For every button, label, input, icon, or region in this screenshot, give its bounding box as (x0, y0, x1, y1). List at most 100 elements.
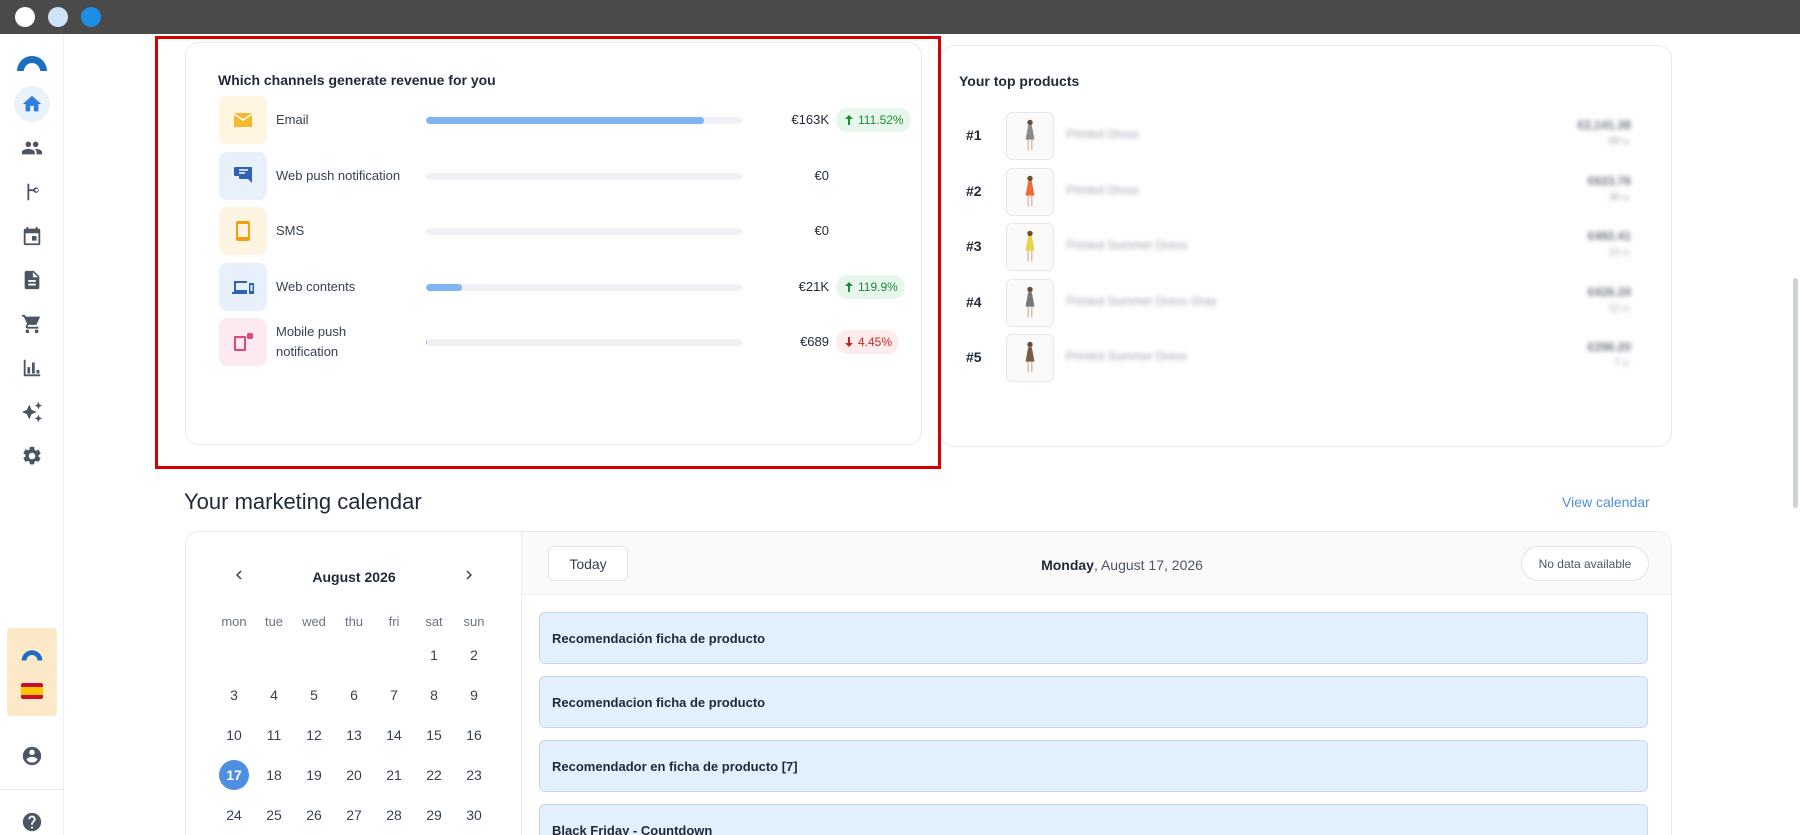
product-price: €482.41 (1587, 229, 1631, 243)
calendar-event[interactable]: Black Friday - Countdown (539, 804, 1648, 835)
product-price: €623.76 (1587, 174, 1631, 188)
trend-value: 119.9% (858, 280, 898, 294)
channel-label: Web contents (276, 279, 356, 294)
product-row[interactable]: #3 Printed Summer Dress €482.41 22 u. (966, 223, 1656, 271)
product-units: 7 u. (1614, 358, 1631, 369)
product-units: 22 u. (1608, 247, 1631, 258)
calendar-day[interactable]: 6 (339, 680, 369, 710)
email-icon (219, 96, 267, 144)
channel-revenue-bar-fill (426, 117, 705, 124)
spain-flag-icon (21, 683, 43, 699)
calendar-day[interactable]: 12 (299, 720, 329, 750)
calendar-day[interactable]: 19 (299, 760, 329, 790)
channel-value: €689 (800, 334, 829, 349)
calendar-day[interactable]: 1 (419, 640, 449, 670)
calendar-day[interactable]: 24 (219, 800, 249, 830)
product-name: Printed Summer Dress Gray (1066, 294, 1217, 308)
calendar-day[interactable]: 29 (419, 800, 449, 830)
window-close-button[interactable] (15, 7, 35, 27)
calendar-event[interactable]: Recomendacion ficha de producto (539, 676, 1648, 728)
sidebar-item-content[interactable] (14, 262, 50, 298)
weekday-label: mon (221, 614, 247, 629)
calendar-day[interactable]: 27 (339, 800, 369, 830)
help-button[interactable] (14, 804, 50, 835)
view-calendar-link[interactable]: View calendar (1562, 494, 1650, 510)
weekday-label: thu (344, 614, 364, 629)
calendar-day[interactable]: 11 (259, 720, 289, 750)
sidebar-item-ecommerce[interactable] (14, 306, 50, 342)
product-price: €426.20 (1587, 285, 1631, 299)
agenda-day-name: Monday (1041, 557, 1094, 573)
weekday-label: tue (264, 614, 284, 629)
calendar-day[interactable]: 7 (379, 680, 409, 710)
next-month-button[interactable] (454, 560, 484, 590)
calendar-icon (23, 226, 41, 246)
sidebar-item-contacts[interactable] (14, 130, 50, 166)
calendar-day[interactable]: 14 (379, 720, 409, 750)
mobile-push-icon (219, 318, 267, 366)
sidebar-item-ai[interactable] (14, 394, 50, 430)
sidebar-item-analytics[interactable] (14, 350, 50, 386)
channel-revenue-bar (426, 339, 742, 346)
product-row[interactable]: #5 Printed Summer Dress €296.20 7 u. (966, 334, 1656, 382)
channel-value: €21K (798, 279, 829, 294)
calendar-day[interactable]: 20 (339, 760, 369, 790)
product-row[interactable]: #1 Printed Dress €2,141.38 68 u. (966, 112, 1656, 160)
calendar-day[interactable]: 22 (419, 760, 449, 790)
sidebar-item-automations[interactable] (14, 174, 50, 210)
channel-revenue-bar (426, 117, 742, 124)
calendar-day[interactable]: 4 (259, 680, 289, 710)
calendar-section-title: Your marketing calendar (184, 489, 422, 514)
brand-selector[interactable] (7, 628, 57, 716)
channel-revenue-bar (426, 173, 742, 180)
sidebar-item-settings[interactable] (14, 438, 50, 474)
sidebar-item-calendar[interactable] (14, 218, 50, 254)
product-units: 68 u. (1608, 136, 1631, 147)
account-button[interactable] (14, 738, 50, 774)
home-icon (22, 95, 42, 112)
channel-label: Email (276, 112, 309, 127)
product-thumbnail (1006, 334, 1054, 382)
calendar-day-selected[interactable]: 17 (219, 760, 249, 790)
channel-revenue-bar-fill (426, 284, 463, 291)
calendar-day[interactable]: 30 (459, 800, 489, 830)
sparkles-icon (21, 401, 43, 423)
calendar-day[interactable]: 26 (299, 800, 329, 830)
calendar-day[interactable]: 5 (299, 680, 329, 710)
calendar-day[interactable]: 10 (219, 720, 249, 750)
channel-label: Web push notification (276, 168, 401, 183)
trend-badge: 119.9% (836, 275, 905, 299)
calendar-day[interactable]: 16 (459, 720, 489, 750)
calendar-day[interactable]: 23 (459, 760, 489, 790)
calendar-event[interactable]: Recomendador en ficha de producto [7] (539, 740, 1648, 792)
arrow-up-icon (845, 115, 853, 125)
mini-calendar: August 2026 mon tue wed thu fri sat sun 1 2 3 4 5 6 7… (186, 532, 522, 835)
brand-logo (21, 650, 43, 661)
calendar-day[interactable]: 21 (379, 760, 409, 790)
product-thumbnail (1006, 223, 1054, 271)
sidebar-item-home[interactable] (14, 86, 50, 122)
calendar-day[interactable]: 13 (339, 720, 369, 750)
calendar-day[interactable]: 2 (459, 640, 489, 670)
product-row[interactable]: #4 Printed Summer Dress Gray €426.20 12 … (966, 279, 1656, 327)
calendar-day[interactable]: 3 (219, 680, 249, 710)
trend-value: 4.45% (858, 335, 893, 349)
calendar-event[interactable]: Recomendación ficha de producto (539, 612, 1648, 664)
product-rank: #3 (966, 238, 982, 254)
marketing-calendar-card: August 2026 mon tue wed thu fri sat sun 1 2 3 4 5 6 7… (185, 531, 1672, 835)
calendar-day[interactable]: 18 (259, 760, 289, 790)
weekday-label: sun (463, 614, 485, 629)
window-minimize-button[interactable] (48, 7, 68, 27)
page-scrollbar[interactable] (1793, 278, 1798, 508)
channel-revenue-bar (426, 228, 742, 235)
arrow-up-icon (845, 282, 853, 292)
product-row[interactable]: #2 Printed Dress €623.76 38 u. (966, 168, 1656, 216)
app-logo[interactable] (16, 54, 48, 72)
calendar-day[interactable]: 15 (419, 720, 449, 750)
today-button[interactable]: Today (548, 546, 628, 581)
calendar-day[interactable]: 9 (459, 680, 489, 710)
window-maximize-button[interactable] (81, 7, 101, 27)
calendar-day[interactable]: 25 (259, 800, 289, 830)
calendar-day[interactable]: 8 (419, 680, 449, 710)
calendar-day[interactable]: 28 (379, 800, 409, 830)
